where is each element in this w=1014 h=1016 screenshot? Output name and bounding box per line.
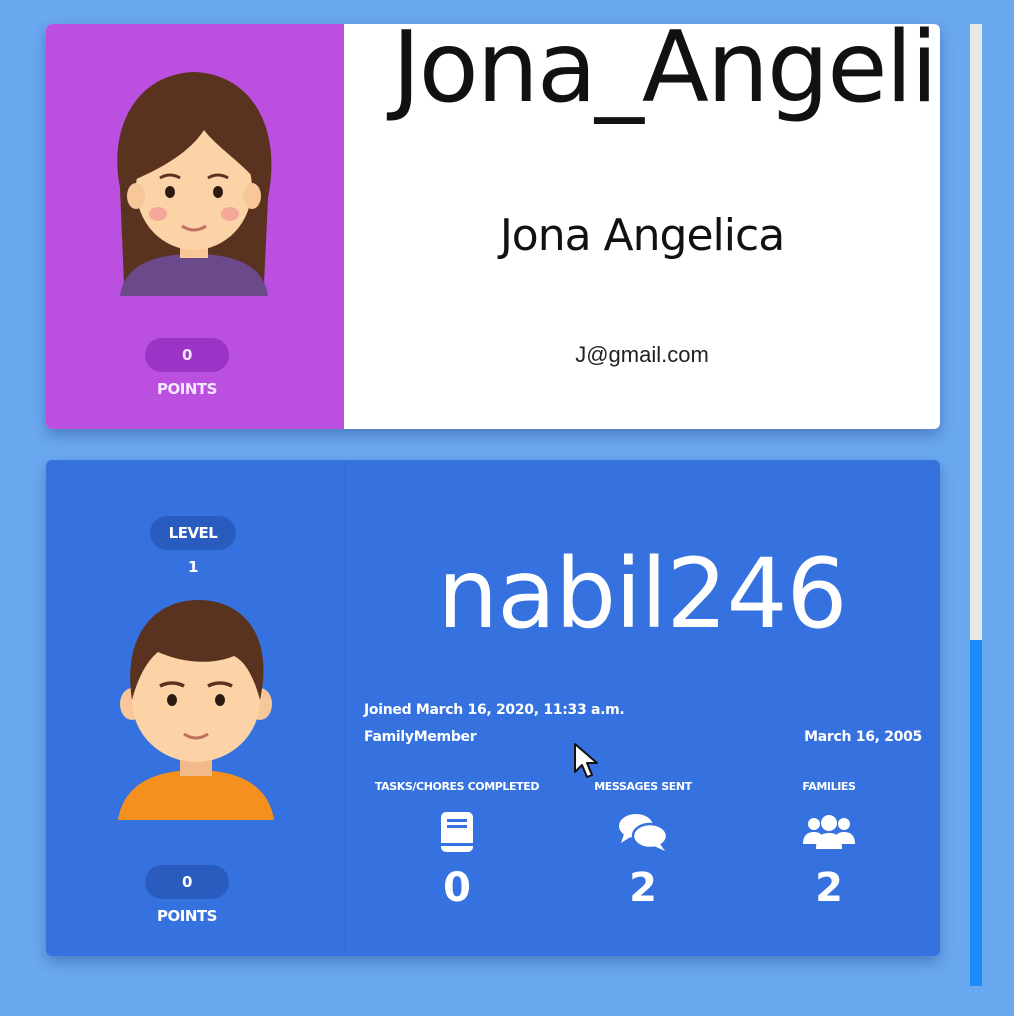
points-badge: 0 POINTS [145, 865, 229, 925]
profile-card-jona[interactable]: 0 POINTS Jona_Angeli Jona Angelica J@gma… [46, 24, 940, 429]
mouse-cursor-icon [574, 743, 598, 778]
profile-full-name: Jona Angelica [499, 210, 785, 261]
chat-bubbles-icon [543, 810, 743, 854]
stat-label: TASKS/CHORES COMPLETED [374, 780, 540, 793]
profile-username: nabil246 [437, 538, 847, 650]
girl-avatar-icon [117, 72, 272, 296]
stat-tasks-completed: TASKS/CHORES COMPLETED 0 [357, 778, 557, 908]
points-badge: 0 POINTS [145, 338, 229, 398]
stat-messages-sent: MESSAGES SENT 2 [543, 778, 743, 908]
profile-email: J@gmail.com [575, 342, 709, 367]
level-badge: LEVEL 1 [150, 516, 236, 576]
users-group-icon [729, 810, 929, 854]
profile-card-avatar-panel: LEVEL 1 0 POINTS [46, 460, 345, 956]
stat-families: FAMILIES 2 [729, 778, 929, 908]
boy-avatar-icon [118, 600, 274, 820]
joined-date: Joined March 16, 2020, 11:33 a.m. [364, 702, 625, 718]
stat-value: 2 [815, 865, 843, 911]
profile-username: Jona_Angeli [391, 24, 938, 125]
profile-card-avatar-panel: 0 POINTS [46, 24, 344, 429]
stat-value: 2 [629, 865, 657, 911]
scrollbar-thumb[interactable] [970, 640, 982, 986]
birthday-date: March 16, 2005 [804, 729, 922, 745]
stat-label: MESSAGES SENT [594, 780, 692, 793]
stat-label: FAMILIES [802, 780, 856, 793]
member-role: FamilyMember [364, 729, 477, 745]
stat-value: 0 [443, 865, 471, 911]
book-icon [357, 810, 557, 854]
profile-card-nabil[interactable]: LEVEL 1 0 POINTS nabil246 Joined March 1… [46, 460, 940, 956]
